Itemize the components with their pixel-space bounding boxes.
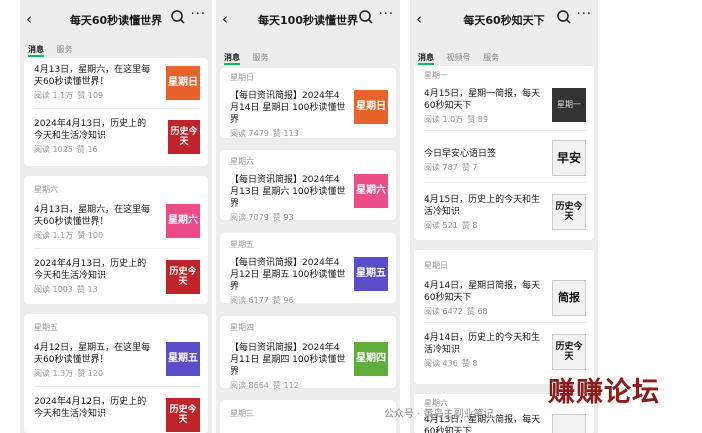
article-item[interactable]: 【每日资讯简报】2024年4月12日 星期五 100秒读懂世界 阅读 6177 赞… xyxy=(230,257,388,306)
search-icon[interactable] xyxy=(170,9,186,25)
article-thumbnail: 星期四 xyxy=(354,342,388,376)
article-thumbnail: 星期一 xyxy=(552,88,586,122)
article-item[interactable]: 4月15日，历史上的今天和生活冷知识 阅读 521 赞 8 历史今天 xyxy=(424,194,586,231)
search-icon[interactable] xyxy=(358,9,374,25)
article-item[interactable]: 【每日资讯简报】2024年4月14日 星期日 100秒读懂世界 阅读 7479 赞… xyxy=(230,90,388,139)
article-title: 【每日资讯简报】2024年4月12日 星期五 100秒读懂世界 xyxy=(230,258,346,292)
article-item[interactable]: 今日早安心语日签 阅读 787 赞 7 早安 xyxy=(424,140,586,176)
article-thumbnail: 星期六 xyxy=(166,204,200,238)
article-meta: 阅读 7079 赞 93 xyxy=(230,213,294,222)
article-title: 【每日资讯简报】2024年4月11日 星期四 100秒读懂世界 xyxy=(230,343,346,377)
panel-1: ‹ 每天60秒读懂世界 ··· 消息 服务 4月13日，星期六，在这里每天60秒… xyxy=(20,0,212,433)
article-thumbnail: 历史今天 xyxy=(552,334,586,370)
more-icon[interactable]: ··· xyxy=(379,7,394,22)
message-group: 星期五 4月12日，星期五，在这里每天60秒读懂世界！ 阅读 1.3万赞 120… xyxy=(24,314,208,433)
article-thumbnail: 星期五 xyxy=(354,257,388,291)
article-title: 【每日资讯简报】2024年4月14日 星期日 100秒读懂世界 xyxy=(230,91,346,125)
day-label: 星期日 xyxy=(424,261,448,270)
divider xyxy=(424,130,586,131)
message-group: 星期一 4月15日，星期一简报，每天60秒知天下 阅读 1.0万赞 89 星期一… xyxy=(414,66,594,240)
article-title: 今日早安心语日签 xyxy=(424,149,497,159)
article-title: 【每日资讯简报】2024年4月13日 星期六 100秒读懂世界 xyxy=(230,175,346,209)
day-label: 星期五 xyxy=(34,323,58,332)
source-caption: 公众号 · 黄岛主副业笔记 xyxy=(384,409,494,420)
article-title: 4月13日，星期六，在这里每天60秒读懂世界！ xyxy=(34,65,151,87)
tab-bar: 消息 服务 xyxy=(28,44,83,58)
tab-messages[interactable]: 消息 xyxy=(224,53,240,62)
article-title: 4月14日，星期日简报，每天60秒知天下 xyxy=(424,281,541,303)
article-meta: 阅读 7479 赞 113 xyxy=(230,129,299,138)
message-group: 星期六 4月13日，星期六，在这里每天60秒读懂世界！ 阅读 1.1万赞 100… xyxy=(24,176,208,304)
article-title: 2024年4月13日，历史上的今天和生活冷知识 xyxy=(34,119,147,141)
article-thumbnail: 星期日 xyxy=(354,90,388,124)
article-item[interactable]: 2024年4月13日，历史上的今天和生活冷知识 阅读 1003 赞 13 历史今天 xyxy=(34,258,200,295)
message-group: 星期六 【每日资讯简报】2024年4月13日 星期六 100秒读懂世界 阅读 7… xyxy=(220,150,396,223)
divider xyxy=(34,108,200,109)
day-label: 星期六 xyxy=(34,185,58,194)
article-thumbnail: 历史今天 xyxy=(166,398,200,432)
article-item[interactable]: 4月12日，星期五，在这里每天60秒读懂世界！ 阅读 1.3万赞 120 星期五 xyxy=(34,342,200,379)
top-bar: ‹ 每天60秒知天下 ··· xyxy=(410,0,598,40)
article-title: 4月13日，星期六，在这里每天60秒读懂世界！ xyxy=(34,205,151,227)
article-thumbnail: 星期五 xyxy=(166,342,200,376)
article-item[interactable]: 【每日资讯简报】2024年4月11日 星期四 100秒读懂世界 阅读 8664 赞… xyxy=(230,342,388,391)
article-item[interactable]: 4月13日，星期六，在这里每天60秒读懂世界！ 阅读 1.1万赞 100 星期六 xyxy=(34,204,200,241)
article-item[interactable]: 2024年4月13日，历史上的今天和生活冷知识 阅读 1025 赞 16 历史今天 xyxy=(34,118,200,155)
divider xyxy=(34,386,200,387)
article-item[interactable]: 4月15日，星期一简报，每天60秒知天下 阅读 1.0万赞 89 星期一 xyxy=(424,88,586,125)
divider xyxy=(424,322,586,323)
panel-3: ‹ 每天60秒知天下 ··· 消息 视频号 服务 星期一 4月15日，星期一简报… xyxy=(410,0,598,433)
article-thumbnail: 简报 xyxy=(552,280,586,316)
message-group: 星期日 4月14日，星期日简报，每天60秒知天下 阅读 6472 赞 68 简报 … xyxy=(414,250,594,384)
tab-bar: 消息 服务 xyxy=(224,52,279,66)
article-title: 2024年4月13日，历史上的今天和生活冷知识 xyxy=(34,259,147,281)
divider xyxy=(34,248,200,249)
article-title: 4月14日，历史上的今天和生活冷知识 xyxy=(424,333,541,355)
article-item[interactable]: 【每日资讯简报】2024年4月13日 星期六 100秒读懂世界 阅读 7079 赞… xyxy=(230,174,388,223)
panel-2: ‹ 每天100秒读懂世界 ··· 消息 服务 星期日 【每日资讯简报】2024年… xyxy=(216,0,400,433)
article-item[interactable]: 2024年4月12日，历史上的今天和生活冷知识 历史今天 xyxy=(34,396,200,432)
tab-messages[interactable]: 消息 xyxy=(418,53,434,62)
day-label: 星期四 xyxy=(230,323,254,332)
message-group: 4月13日，星期六，在这里每天60秒读懂世界！ 阅读 1.1万赞 109 星期日… xyxy=(24,58,208,166)
article-title: 4月15日，历史上的今天和生活冷知识 xyxy=(424,195,541,217)
article-meta: 阅读 6177 赞 96 xyxy=(230,296,294,305)
article-item[interactable]: 4月14日，星期日简报，每天60秒知天下 阅读 6472 赞 68 简报 xyxy=(424,280,586,317)
more-icon[interactable]: ··· xyxy=(191,7,206,22)
article-thumbnail: 历史今天 xyxy=(552,194,586,230)
article-thumbnail: 早安 xyxy=(552,140,586,176)
top-bar: ‹ 每天100秒读懂世界 ··· xyxy=(216,0,400,40)
tab-services[interactable]: 服务 xyxy=(57,45,73,54)
tab-messages[interactable]: 消息 xyxy=(28,45,44,54)
article-title: 2024年4月12日，历史上的今天和生活冷知识 xyxy=(34,397,147,419)
article-thumbnail: 历史今天 xyxy=(168,120,200,154)
message-group: 星期三 xyxy=(220,400,396,433)
day-label: 星期一 xyxy=(424,71,448,80)
message-group: 星期日 【每日资讯简报】2024年4月14日 星期日 100秒读懂世界 阅读 7… xyxy=(220,68,396,138)
day-label: 星期三 xyxy=(230,409,254,418)
article-meta: 阅读 8664 赞 112 xyxy=(230,381,299,390)
tab-services[interactable]: 服务 xyxy=(483,53,499,62)
article-title: 4月12日，星期五，在这里每天60秒读懂世界！ xyxy=(34,343,151,365)
article-thumbnail xyxy=(552,414,586,433)
tab-bar: 消息 视频号 服务 xyxy=(418,52,509,66)
day-label: 星期日 xyxy=(230,73,254,82)
message-group: 星期四 【每日资讯简报】2024年4月11日 星期四 100秒读懂世界 阅读 8… xyxy=(220,316,396,391)
article-item[interactable]: 4月13日，星期六，在这里每天60秒读懂世界！ 阅读 1.1万赞 109 星期日 xyxy=(34,64,200,101)
divider xyxy=(424,182,586,183)
article-title: 4月15日，星期一简报，每天60秒知天下 xyxy=(424,89,541,111)
article-thumbnail: 星期六 xyxy=(354,174,388,208)
tab-services[interactable]: 服务 xyxy=(253,53,269,62)
top-bar: ‹ 每天60秒读懂世界 ··· xyxy=(20,0,212,40)
article-item[interactable]: 4月14日，历史上的今天和生活冷知识 阅读 436 赞 8 历史今天 xyxy=(424,332,586,370)
day-label: 星期五 xyxy=(230,240,254,249)
day-label: 星期六 xyxy=(230,157,254,166)
more-icon[interactable]: ··· xyxy=(577,7,592,22)
message-group: 星期五 【每日资讯简报】2024年4月12日 星期五 100秒读懂世界 阅读 6… xyxy=(220,233,396,306)
article-thumbnail: 历史今天 xyxy=(166,260,200,294)
tab-video[interactable]: 视频号 xyxy=(447,53,471,62)
search-icon[interactable] xyxy=(556,9,572,25)
article-thumbnail: 星期日 xyxy=(166,66,200,100)
watermark: 赚赚论坛 xyxy=(548,377,660,408)
